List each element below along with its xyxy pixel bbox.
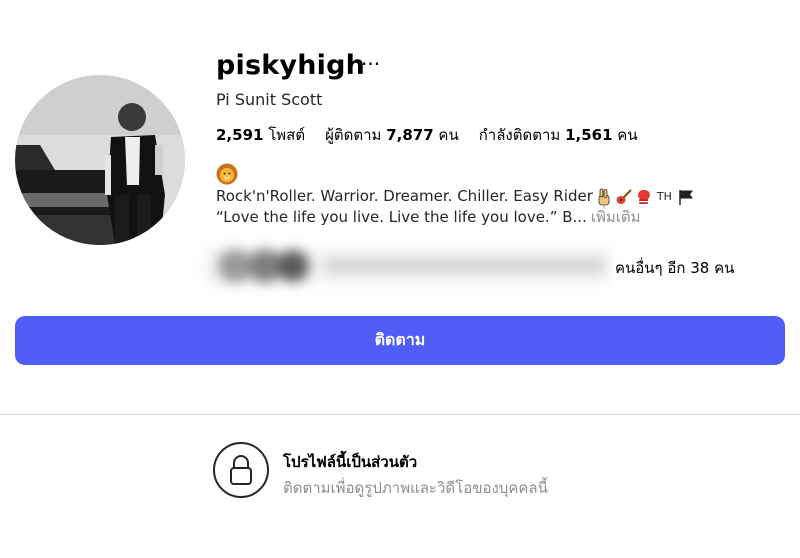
posts-stat: 2,591 โพสต์ (216, 123, 305, 147)
guitar-icon (616, 188, 632, 204)
profile-stats: 2,591 โพสต์ ผู้ติดตาม 7,877 คน กำลังติดต… (216, 123, 638, 147)
bio-line-1: Rock'n'Roller. Warrior. Dreamer. Chiller… (216, 186, 776, 207)
bio: Rock'n'Roller. Warrior. Dreamer. Chiller… (216, 186, 776, 228)
username: piskyhigh (216, 50, 366, 81)
follow-button[interactable]: ติดตาม (15, 316, 785, 365)
lion-face-icon (216, 163, 238, 185)
bio-line-2: “Love the life you live. Live the life y… (216, 207, 776, 228)
followers-unit: คน (438, 126, 459, 144)
bio-more-link[interactable]: เพิ่มเติม (591, 207, 641, 228)
following-count: 1,561 (565, 126, 613, 144)
posts-label: โพสต์ (268, 126, 306, 144)
peace-hand-icon (598, 188, 610, 205)
private-profile-title: โปรไฟล์นี้เป็นส่วนตัว (283, 453, 418, 471)
following-label: กำลังติดตาม (478, 126, 561, 144)
followed-by-extra[interactable]: คนอื่นๆ อีก 38 คน (615, 256, 734, 280)
followers-label: ผู้ติดตาม (325, 126, 382, 144)
full-name: Pi Sunit Scott (216, 90, 323, 109)
black-flag-icon (679, 189, 693, 205)
following-stat[interactable]: กำลังติดตาม 1,561 คน (479, 123, 638, 147)
private-profile-subtitle: ติดตามเพื่อดูรูปภาพและวิดีโอของบุคคลนี้ (283, 479, 548, 497)
divider (0, 414, 800, 415)
lock-icon (230, 455, 252, 485)
followers-stat[interactable]: ผู้ติดตาม 7,877 คน (325, 123, 459, 147)
following-unit: คน (617, 126, 638, 144)
blurred-mutual-followers (205, 249, 610, 283)
bio-text-2: “Love the life you live. Live the life y… (216, 208, 587, 226)
avatar[interactable] (15, 75, 185, 245)
bio-text-1: Rock'n'Roller. Warrior. Dreamer. Chiller… (216, 187, 593, 205)
country-tag: TH (656, 190, 672, 203)
followers-count: 7,877 (386, 126, 434, 144)
followed-by[interactable] (205, 245, 615, 287)
lock-circle (213, 442, 269, 498)
more-options-icon[interactable]: ··· (361, 54, 380, 74)
posts-count: 2,591 (216, 126, 264, 144)
boxing-glove-icon (637, 189, 650, 204)
